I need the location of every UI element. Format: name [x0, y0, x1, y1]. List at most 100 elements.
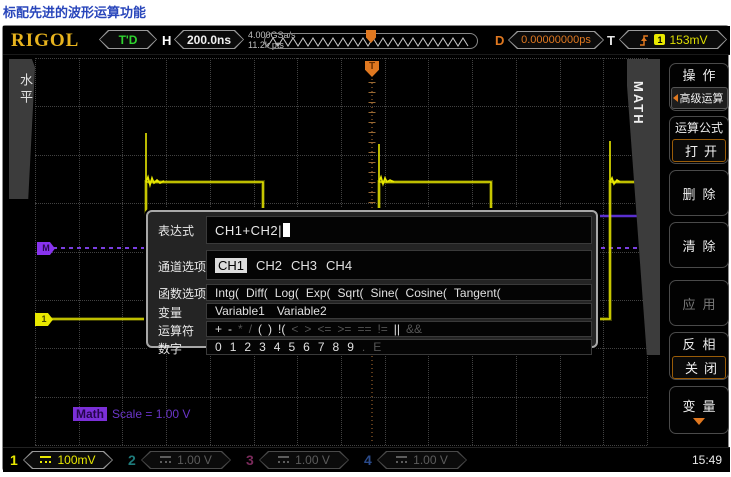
num-6[interactable]: 6: [303, 340, 310, 354]
brand-logo: RIGOL: [11, 30, 79, 52]
num-2[interactable]: 2: [244, 340, 251, 354]
expression-label: 表达式: [158, 222, 194, 239]
page-title: 标配先进的波形运算功能: [3, 2, 146, 21]
op-multiply[interactable]: *: [238, 322, 243, 336]
ch1-status-badge[interactable]: 100mV: [23, 451, 113, 469]
menu-item-operation[interactable]: 操作 高级运算: [669, 63, 729, 111]
op-ge[interactable]: >=: [337, 322, 351, 336]
option-diff[interactable]: Diff(: [246, 286, 268, 300]
op-minus[interactable]: -: [228, 322, 232, 336]
operator-label: 运算符: [158, 322, 194, 339]
op-ne[interactable]: !=: [377, 322, 387, 336]
math-scale-badge: Math: [73, 407, 107, 421]
ch1-number[interactable]: 1: [10, 452, 18, 468]
op-and[interactable]: &&: [406, 322, 422, 336]
num-dot[interactable]: .: [362, 340, 365, 354]
num-1[interactable]: 1: [230, 340, 237, 354]
option-sqrt[interactable]: Sqrt(: [338, 286, 364, 300]
num-5[interactable]: 5: [288, 340, 295, 354]
timebase-badge[interactable]: 200.0ns: [174, 30, 244, 49]
variable-label: 变量: [158, 304, 182, 321]
option-intg[interactable]: Intg(: [215, 286, 239, 300]
menu-item-clear[interactable]: 清除: [669, 222, 729, 268]
op-close-paren[interactable]: ): [268, 322, 272, 336]
option-cosine[interactable]: Cosine(: [406, 286, 447, 300]
menu-item-delete[interactable]: 删除: [669, 170, 729, 216]
ch4-number[interactable]: 4: [364, 452, 372, 468]
trigger-label: T: [607, 33, 615, 48]
channel-options-label: 通道选项: [158, 258, 206, 275]
num-e[interactable]: E: [373, 340, 381, 354]
channel-status-bar: 1 100mV 2 1.00 V 3 1.00 V 4 1.00 V 15:49: [3, 447, 730, 472]
menu-item-invert[interactable]: 反相 关闭: [669, 332, 729, 380]
op-not-paren[interactable]: !(: [278, 322, 285, 336]
trigger-source-badge: 1: [654, 34, 665, 45]
variables-row: Variable1 Variable2: [206, 303, 592, 319]
operation-value-button[interactable]: 高级运算: [671, 87, 728, 109]
option-log[interactable]: Log(: [275, 286, 299, 300]
function-options-label: 函数选项: [158, 285, 206, 302]
op-divide[interactable]: /: [249, 322, 252, 336]
option-ch2[interactable]: CH2: [256, 258, 282, 273]
delay-badge[interactable]: 0.00000000ps: [508, 31, 604, 49]
menu-item-variable[interactable]: 变量: [669, 386, 729, 434]
number-label: 数字: [158, 340, 182, 357]
memory-waveform-bar: [264, 33, 478, 49]
op-eq[interactable]: ==: [357, 322, 371, 336]
text-cursor: [283, 223, 290, 237]
num-8[interactable]: 8: [333, 340, 340, 354]
top-status-bar: RIGOL T'D H 200.0ns 4.000GSa/s 11.2k pts…: [3, 26, 730, 55]
expression-input[interactable]: CH1+CH2|: [206, 216, 592, 244]
oscilloscope-screen: RIGOL T'D H 200.0ns 4.000GSa/s 11.2k pts…: [2, 25, 729, 471]
channel-options-row: CH1 CH2 CH3 CH4: [206, 250, 592, 280]
dc-coupling-icon: [278, 456, 289, 464]
op-open-paren[interactable]: (: [258, 322, 262, 336]
tab-horizontal: 水平: [9, 59, 35, 199]
num-4[interactable]: 4: [274, 340, 281, 354]
option-exp[interactable]: Exp(: [306, 286, 331, 300]
ch3-number[interactable]: 3: [246, 452, 254, 468]
invert-off-button[interactable]: 关闭: [672, 356, 726, 379]
option-tangent[interactable]: Tangent(: [454, 286, 501, 300]
trigger-status-badge: T'D: [99, 30, 157, 49]
expression-editor-dialog: 表达式 CH1+CH2| 通道选项 CH1 CH2 CH3 CH4 函数选项 I…: [146, 210, 598, 348]
horizontal-label: H: [162, 33, 171, 48]
menu-item-apply[interactable]: 应用: [669, 280, 729, 326]
op-gt[interactable]: >: [304, 322, 311, 336]
num-9[interactable]: 9: [347, 340, 354, 354]
option-sine[interactable]: Sine(: [371, 286, 399, 300]
option-variable2[interactable]: Variable2: [277, 304, 327, 318]
num-3[interactable]: 3: [259, 340, 266, 354]
function-options-row: Intg( Diff( Log( Exp( Sqrt( Sine( Cosine…: [206, 284, 592, 301]
trigger-level-value: 153mV: [669, 33, 707, 47]
dc-coupling-icon: [396, 456, 407, 464]
op-plus[interactable]: +: [215, 322, 222, 336]
down-arrow-icon: [693, 418, 705, 425]
ch1-overshoot-spikes: [146, 133, 610, 182]
math-scale-readout: MathScale = 1.00 V: [73, 407, 190, 421]
op-lt[interactable]: <: [291, 322, 298, 336]
dc-coupling-icon: [160, 456, 171, 464]
ch4-status-badge[interactable]: 1.00 V: [377, 451, 467, 469]
dc-coupling-icon: [40, 456, 51, 464]
op-or[interactable]: ||: [394, 322, 400, 336]
num-0[interactable]: 0: [215, 340, 222, 354]
ch2-status-badge[interactable]: 1.00 V: [141, 451, 231, 469]
numbers-row: 0 1 2 3 4 5 6 7 8 9 . E: [206, 339, 592, 355]
option-ch3[interactable]: CH3: [291, 258, 317, 273]
rising-edge-icon: [638, 33, 650, 47]
option-ch4[interactable]: CH4: [326, 258, 352, 273]
delay-label: D: [495, 33, 504, 48]
ch2-number[interactable]: 2: [128, 452, 136, 468]
formula-open-button[interactable]: 打开: [672, 139, 726, 162]
left-arrow-icon: [673, 94, 678, 102]
op-le[interactable]: <=: [317, 322, 331, 336]
num-7[interactable]: 7: [318, 340, 325, 354]
ch3-status-badge[interactable]: 1.00 V: [259, 451, 349, 469]
option-variable1[interactable]: Variable1: [215, 304, 265, 318]
trigger-badge[interactable]: 1 153mV: [619, 30, 727, 49]
operators-row: + - * / ( ) !( < > <= >= == != || &&: [206, 321, 592, 337]
option-ch1[interactable]: CH1: [215, 258, 247, 273]
clock: 15:49: [692, 453, 722, 467]
menu-item-formula[interactable]: 运算公式 打开: [669, 116, 729, 164]
